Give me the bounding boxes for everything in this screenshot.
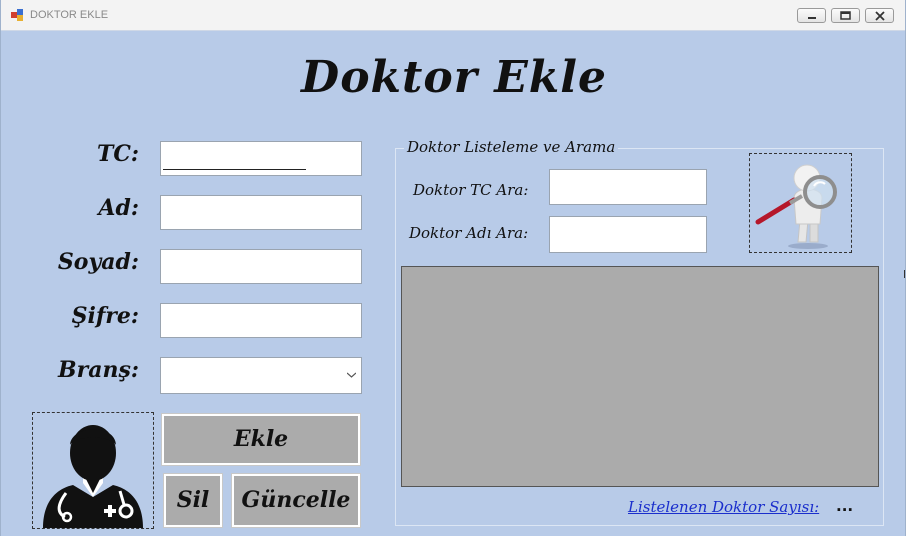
page-title: Doktor Ekle [301, 52, 607, 103]
ad-input[interactable] [160, 195, 362, 230]
tc-search-label: Doktor TC Ara: [413, 181, 529, 199]
close-icon [875, 11, 885, 21]
doktor-ekle-window: DOKTOR EKLE Doktor Ekle TC: Ad: Soyad: Ş… [0, 0, 906, 536]
search-picture [749, 153, 852, 253]
minimize-button[interactable] [797, 8, 826, 23]
title-bar[interactable]: DOKTOR EKLE [1, 0, 905, 31]
magnifier-figure-icon [755, 164, 837, 249]
tc-search-input[interactable] [549, 169, 707, 205]
soyad-input[interactable] [160, 249, 362, 284]
maximize-button[interactable] [831, 8, 860, 23]
ekle-button[interactable]: Ekle [161, 413, 361, 466]
window-title: DOKTOR EKLE [30, 9, 109, 21]
tc-mask-underline [163, 169, 306, 170]
minimize-icon [808, 17, 816, 19]
doctor-count-value: ... [836, 497, 854, 515]
name-search-label: Doktor Adı Ara: [409, 224, 529, 242]
soyad-label: Soyad: [57, 249, 139, 275]
doctor-count-link[interactable]: Listelenen Doktor Sayısı: [628, 498, 819, 516]
guncelle-button[interactable]: Güncelle [231, 473, 361, 528]
chevron-down-icon[interactable] [347, 372, 356, 378]
resize-grip [904, 270, 905, 278]
sifre-input[interactable] [160, 303, 362, 338]
sil-button[interactable]: Sil [163, 473, 223, 528]
app-icon [11, 9, 23, 21]
restore-icon [840, 11, 851, 20]
close-button[interactable] [865, 8, 894, 23]
brans-label: Branş: [58, 357, 139, 383]
doctor-avatar-icon [43, 425, 143, 528]
tc-input[interactable] [160, 141, 362, 176]
doctor-photo [32, 412, 154, 529]
doctor-datagrid[interactable] [401, 266, 879, 487]
tc-label: TC: [96, 141, 139, 167]
name-search-input[interactable] [549, 216, 707, 253]
ad-label: Ad: [98, 195, 139, 221]
sifre-label: Şifre: [71, 303, 139, 329]
search-group-title: Doktor Listeleme ve Arama [404, 138, 619, 156]
brans-combobox[interactable] [160, 357, 362, 394]
